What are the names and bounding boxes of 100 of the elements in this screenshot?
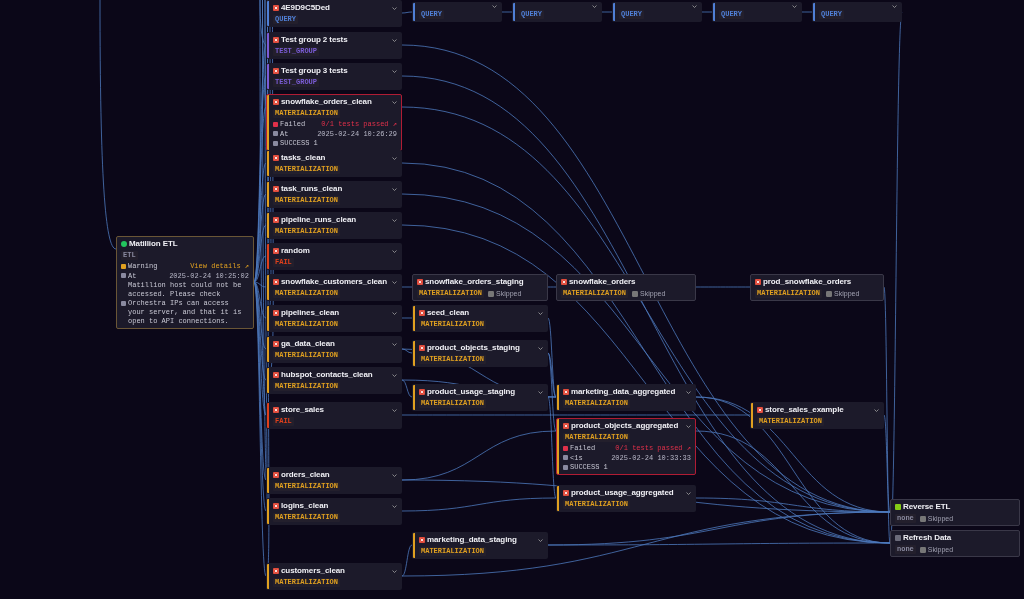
connector-line	[501, 11, 513, 13]
chevron-icon[interactable]	[538, 390, 543, 394]
node-title: Reverse ETL	[903, 502, 951, 512]
error-icon	[273, 99, 279, 105]
chevron-icon[interactable]	[538, 346, 543, 350]
error-icon	[273, 248, 279, 254]
error-icon	[563, 423, 569, 429]
error-icon	[273, 155, 279, 161]
error-icon	[273, 372, 279, 378]
error-icon	[419, 310, 425, 316]
node-title: orders_clean	[281, 470, 330, 480]
node-title: pipelines_clean	[281, 308, 340, 318]
chevron-icon[interactable]	[392, 187, 397, 191]
skip-icon	[632, 290, 638, 297]
node-title: product_usage_aggregated	[571, 488, 674, 498]
node-title: random	[281, 246, 310, 256]
connector-line	[701, 11, 713, 13]
node-title: store_sales	[281, 405, 324, 415]
node-title: product_usage_staging	[427, 387, 516, 397]
time-icon	[273, 131, 278, 137]
chevron-icon[interactable]	[392, 100, 397, 104]
chevron-icon[interactable]	[492, 5, 497, 8]
chevron-icon[interactable]	[392, 6, 397, 10]
count-icon	[273, 140, 278, 146]
node-title: Refresh Data	[903, 533, 952, 543]
status-icon	[273, 121, 278, 127]
node-title: marketing_data_aggregated	[571, 387, 676, 397]
error-icon	[273, 37, 279, 43]
time-icon	[121, 273, 126, 279]
chevron-icon[interactable]	[392, 38, 397, 42]
chevron-icon[interactable]	[686, 491, 691, 495]
node-title: snowflake_customers_clean	[281, 277, 387, 287]
chevron-icon[interactable]	[392, 569, 397, 573]
count-icon	[563, 464, 568, 470]
skip-icon	[826, 290, 832, 297]
node-title: Test group 2 tests	[281, 35, 348, 45]
node-title: pipeline_runs_clean	[281, 215, 357, 225]
connector-line	[401, 11, 413, 14]
skip-icon	[919, 515, 926, 522]
error-icon	[755, 279, 761, 285]
node-title: prod_snowflake_orders	[763, 277, 852, 287]
node-title: customers_clean	[281, 566, 345, 576]
connector-line	[601, 11, 613, 13]
node-title: seed_clean	[427, 308, 470, 318]
node-title: logins_clean	[281, 501, 329, 511]
chevron-icon[interactable]	[392, 280, 397, 284]
chevron-icon[interactable]	[692, 5, 697, 8]
error-icon	[273, 217, 279, 223]
node-title: snowflake_orders_clean	[281, 97, 372, 107]
node-title: product_objects_staging	[427, 343, 520, 353]
error-icon	[419, 537, 425, 543]
error-icon	[273, 568, 279, 574]
node-title: 4E9D9C5Ded	[281, 3, 330, 13]
chevron-icon[interactable]	[592, 5, 597, 8]
error-icon	[419, 345, 425, 351]
chevron-icon[interactable]	[392, 156, 397, 160]
status-icon	[563, 445, 568, 451]
node-title: product_objects_aggregated	[571, 421, 679, 431]
chevron-icon[interactable]	[892, 5, 897, 8]
node-title: hubspot_contacts_clean	[281, 370, 373, 380]
chevron-icon[interactable]	[392, 473, 397, 477]
chevron-icon[interactable]	[392, 69, 397, 73]
error-icon	[273, 68, 279, 74]
chevron-icon[interactable]	[392, 408, 397, 412]
node-title: ga_data_clean	[281, 339, 335, 349]
error-icon	[273, 279, 279, 285]
chevron-icon[interactable]	[792, 5, 797, 8]
chevron-icon[interactable]	[392, 504, 397, 508]
chevron-icon[interactable]	[538, 538, 543, 542]
error-icon	[561, 279, 567, 285]
chevron-icon[interactable]	[538, 311, 543, 315]
node-title: marketing_data_staging	[427, 535, 517, 545]
time-icon	[563, 455, 568, 461]
node-title: snowflake_orders_staging	[425, 277, 524, 287]
error-icon	[273, 341, 279, 347]
node-title: Test group 3 tests	[281, 66, 348, 76]
node-title: tasks_clean	[281, 153, 326, 163]
chevron-icon[interactable]	[392, 342, 397, 346]
chevron-icon[interactable]	[392, 311, 397, 315]
warning-icon	[121, 263, 126, 269]
message-icon	[121, 301, 126, 307]
error-icon	[417, 279, 423, 285]
skip-icon	[488, 290, 494, 297]
error-icon	[273, 310, 279, 316]
chevron-icon[interactable]	[392, 373, 397, 377]
node-title: task_runs_clean	[281, 184, 343, 194]
chevron-icon[interactable]	[686, 424, 691, 428]
chevron-icon[interactable]	[874, 408, 879, 412]
error-icon	[757, 407, 763, 413]
chevron-icon[interactable]	[392, 218, 397, 222]
error-icon	[563, 490, 569, 496]
chevron-icon[interactable]	[392, 249, 397, 253]
chevron-icon[interactable]	[686, 390, 691, 394]
error-icon	[563, 389, 569, 395]
node-title: store_sales_example	[765, 405, 844, 415]
error-icon	[273, 5, 279, 11]
node-title: Matillion ETL	[129, 239, 178, 249]
error-icon	[273, 407, 279, 413]
error-icon	[273, 472, 279, 478]
error-icon	[273, 503, 279, 509]
